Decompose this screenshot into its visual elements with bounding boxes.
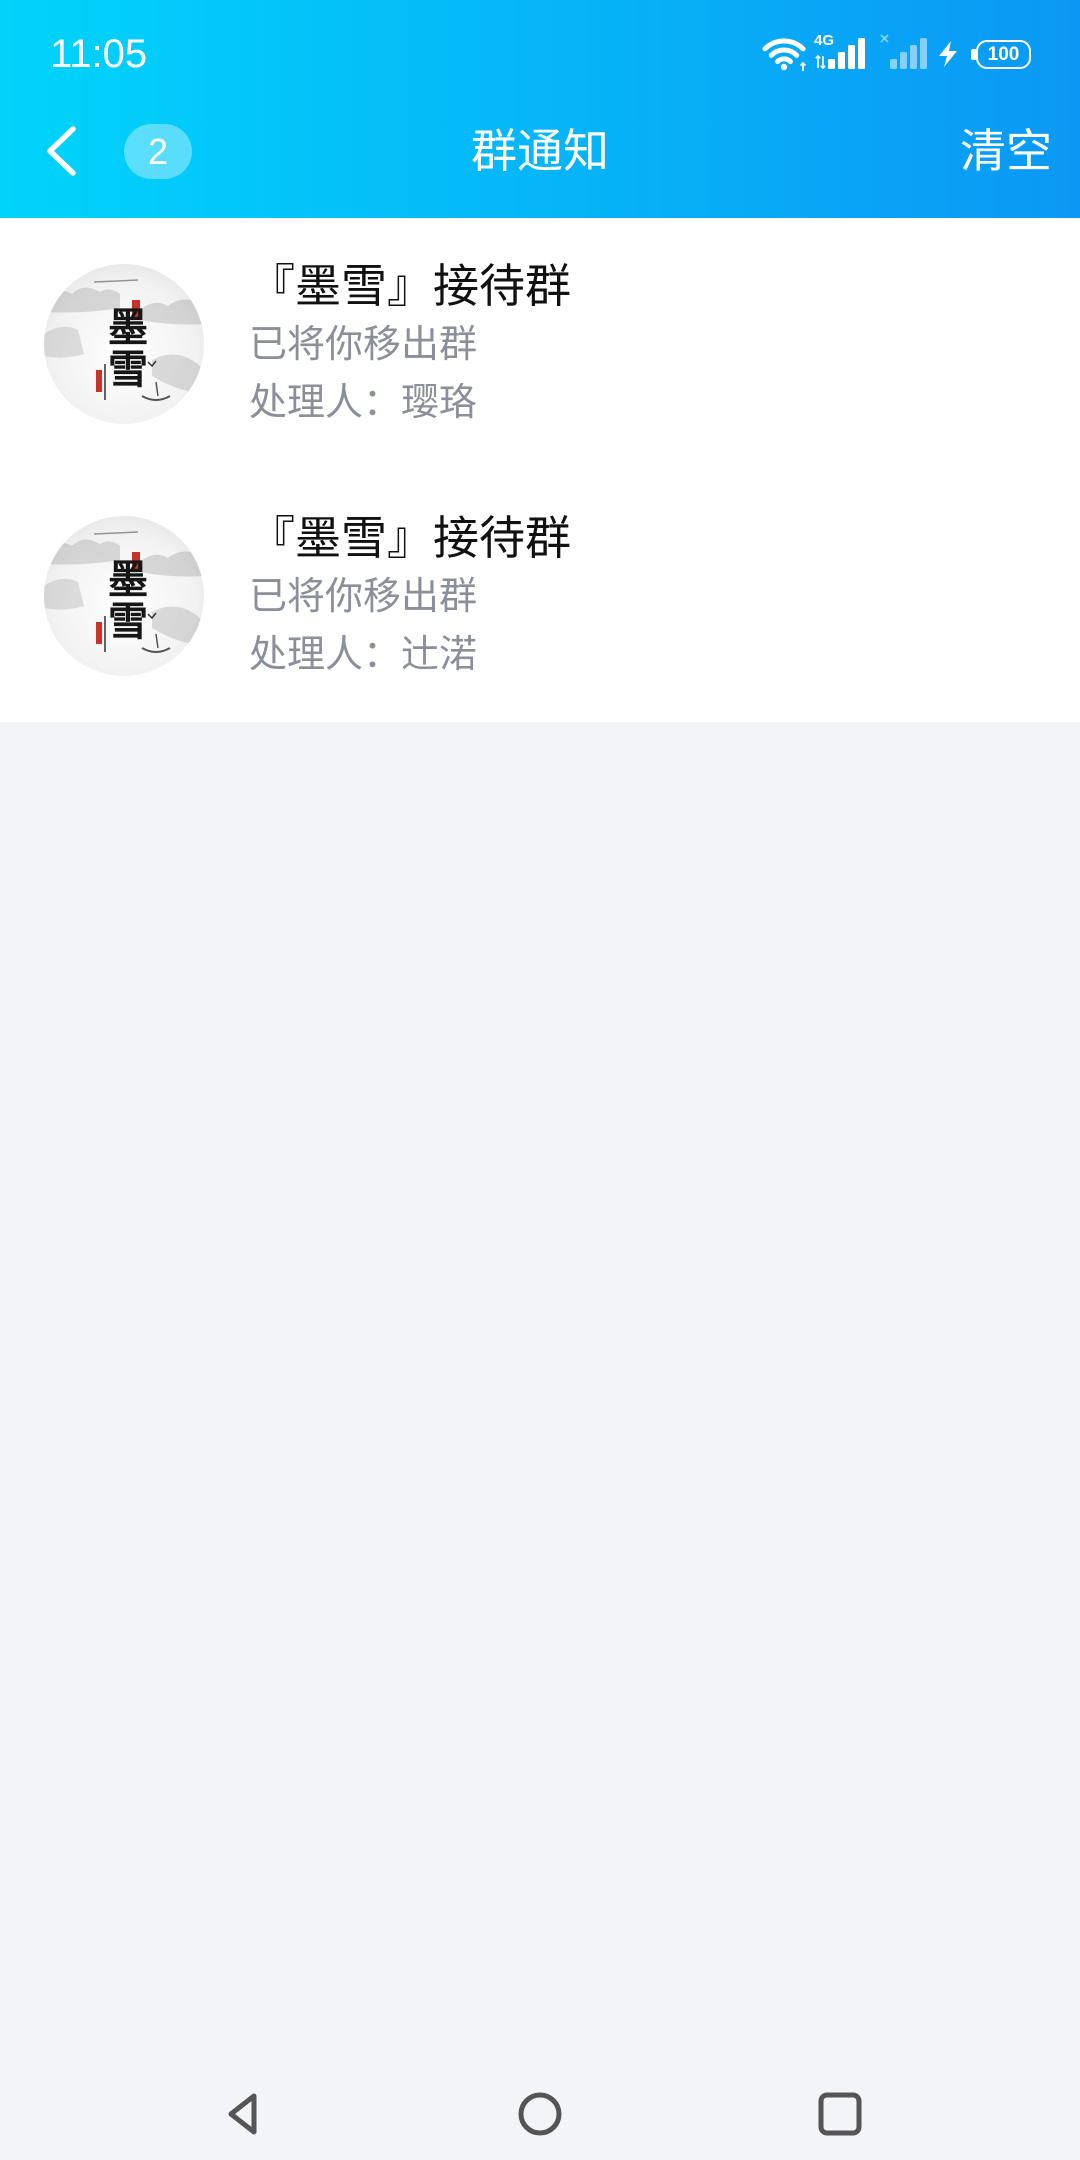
notification-handler: 处理人：璎珞 <box>249 380 478 424</box>
square-recents-icon <box>818 2092 862 2136</box>
chevron-left-icon <box>47 126 76 176</box>
group-avatar[interactable]: 墨雪 <box>44 516 204 676</box>
notification-message: 已将你移出群 <box>249 574 478 618</box>
notification-item[interactable]: 墨雪 『墨雪』接待群 已将你移出群 处理人：璎珞 <box>0 218 1080 470</box>
charging-icon <box>939 41 957 67</box>
signal-off-icon <box>880 34 927 69</box>
system-nav-bar <box>0 2040 1080 2160</box>
avatar-calligraphy: 墨雪 <box>101 306 148 390</box>
group-avatar[interactable]: 墨雪 <box>44 264 204 424</box>
status-time: 11:05 <box>50 32 148 76</box>
clear-button[interactable]: 清空 <box>960 110 1052 192</box>
wifi-icon <box>762 38 807 71</box>
nav-back-button[interactable] <box>218 2091 264 2137</box>
network-type-label: 4G <box>814 32 835 49</box>
group-name: 『墨雪』接待群 <box>249 259 571 313</box>
avatar-calligraphy: 墨雪 <box>101 558 148 642</box>
nav-home-button[interactable] <box>517 2091 563 2137</box>
triangle-back-icon <box>228 2093 257 2135</box>
notification-item[interactable]: 墨雪 『墨雪』接待群 已将你移出群 处理人：辻渃 <box>0 470 1080 722</box>
battery-body: 100 <box>976 40 1031 69</box>
nav-recents-button[interactable] <box>817 2091 863 2137</box>
notification-text: 『墨雪』接待群 已将你移出群 处理人：辻渃 <box>249 509 571 683</box>
notification-text: 『墨雪』接待群 已将你移出群 处理人：璎珞 <box>249 257 571 431</box>
notification-handler: 处理人：辻渃 <box>249 632 478 676</box>
battery-icon: 100 <box>971 40 1031 69</box>
notification-message: 已将你移出群 <box>249 322 478 366</box>
battery-level: 100 <box>987 44 1020 65</box>
page-title: 群通知 <box>471 124 609 178</box>
group-name: 『墨雪』接待群 <box>249 511 571 565</box>
circle-home-icon <box>518 2092 562 2136</box>
back-button[interactable] <box>36 118 86 184</box>
signal-icon: 4G <box>814 32 866 70</box>
notification-list: 墨雪 『墨雪』接待群 已将你移出群 处理人：璎珞 墨雪 『墨雪』接待群 已将你移… <box>0 218 1080 722</box>
unread-badge: 2 <box>124 124 192 179</box>
top-bar: 11:05 4G 100 2 群通知 清空 <box>0 0 1080 218</box>
